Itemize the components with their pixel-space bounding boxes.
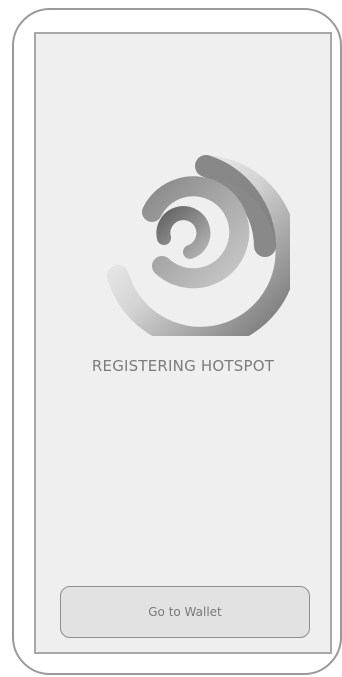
swirl-spinner-icon bbox=[80, 126, 298, 349]
registration-status: REGISTERING HOTSPOT bbox=[91, 357, 275, 375]
go-to-wallet-button[interactable]: Go to Wallet bbox=[60, 586, 310, 638]
app-screen: REGISTERING HOTSPOT Go to Wallet bbox=[34, 32, 332, 654]
